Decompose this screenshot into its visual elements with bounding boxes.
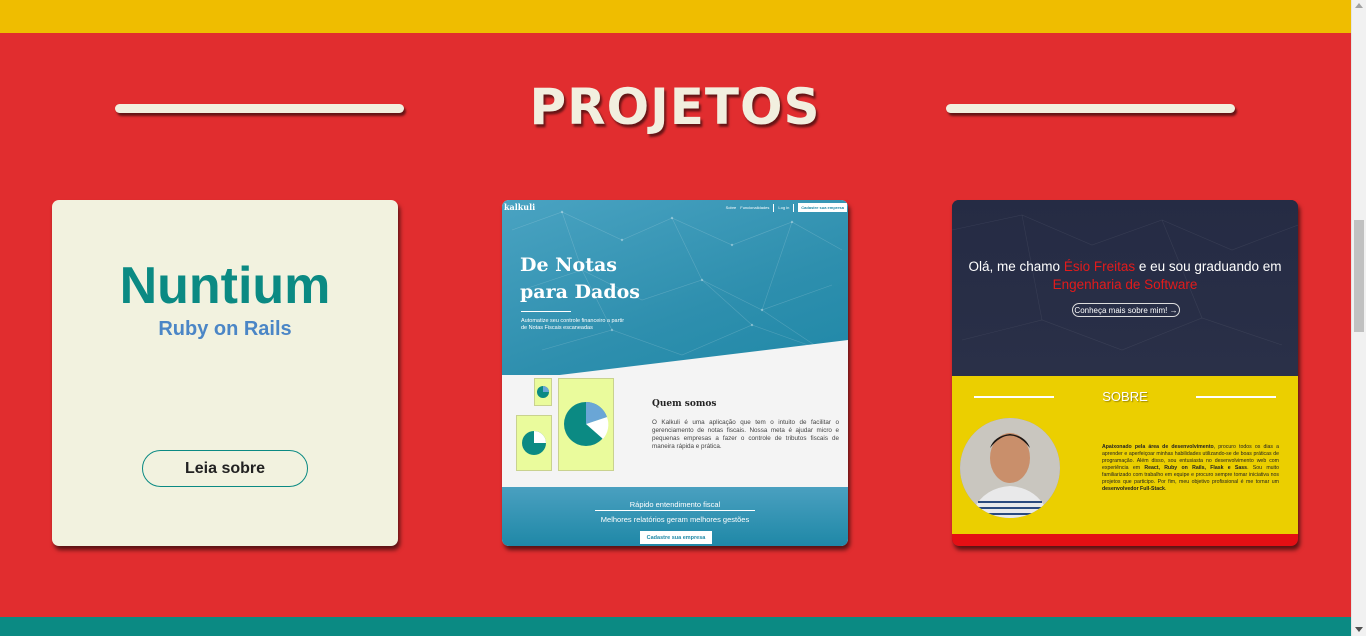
about-highlight: desenvolvedor Full-Stack — [1102, 486, 1165, 492]
chart-thumbnail — [558, 378, 614, 471]
header-band — [0, 0, 1351, 33]
avatar — [960, 418, 1060, 518]
author-course: Engenharia de Software — [1052, 277, 1198, 292]
kalkuli-footer-title: Rápido entendimento fiscal — [629, 500, 721, 509]
kalkuli-footer-subtitle: Melhores relatórios geram melhores gestõ… — [600, 515, 750, 524]
know-more-button: Conheça mais sobre mim! → — [1072, 303, 1180, 317]
portfolio-preview-hero: Olá, me chamo Ésio Freitas e eu sou grad… — [952, 200, 1298, 376]
nav-separator — [773, 203, 775, 212]
project-title: Nuntium — [119, 257, 331, 315]
about-highlight: React, Ruby on Rails, Flask e Sass — [1144, 465, 1248, 471]
kalkuli-nav-item: Log in — [778, 205, 790, 210]
kalkuli-nav-item: Funcionalidades — [740, 205, 770, 210]
scrollbar-thumb[interactable] — [1354, 220, 1364, 332]
kalkuli-hero-subtitle: Automatize seu controle financeiro a par… — [521, 318, 625, 331]
scroll-down-icon[interactable] — [1355, 627, 1363, 632]
kalkuli-footer-button: Cadastre sua empresa — [640, 531, 712, 544]
about-text: . — [1164, 486, 1167, 492]
scroll-up-icon[interactable] — [1355, 3, 1363, 8]
read-more-button[interactable]: Leia sobre — [142, 450, 308, 487]
portfolio-greeting: Olá, me chamo Ésio Freitas e eu sou grad… — [952, 258, 1298, 294]
kalkuli-hero-title: De Notas para Dados — [520, 254, 640, 303]
portfolio-red-strip — [952, 534, 1298, 546]
project-card-nuntium: Nuntium Ruby on Rails Leia sobre — [52, 200, 398, 546]
next-section-band — [0, 617, 1351, 636]
pie-chart-icon — [537, 386, 549, 398]
kalkuli-preview-footer: Rápido entendimento fiscal Melhores rela… — [502, 487, 848, 546]
vertical-scrollbar[interactable] — [1351, 0, 1366, 636]
chart-thumbnail — [516, 415, 552, 471]
about-divider-right — [1196, 396, 1276, 398]
kalkuli-logo: kalkuli — [504, 202, 536, 212]
greeting-text: e eu sou graduando em — [1135, 259, 1282, 274]
project-card-portfolio[interactable]: Olá, me chamo Ésio Freitas e eu sou grad… — [952, 200, 1298, 546]
kalkuli-hero-divider — [521, 311, 571, 312]
section-title: PROJETOS — [529, 78, 821, 136]
title-divider-right — [946, 104, 1235, 113]
kalkuli-about-text: O Kalkuli é uma aplicação que tem o intu… — [652, 419, 839, 450]
about-highlight: Apaixonado pela área de desenvolvimento — [1102, 444, 1214, 450]
project-tech: Ruby on Rails — [158, 318, 292, 340]
portfolio-about: SOBRE Apaixonado pela área de desenvolvi… — [952, 376, 1298, 534]
kalkuli-nav-item: Sobre — [725, 205, 737, 210]
pie-chart-icon — [564, 401, 609, 446]
chart-thumbnail — [534, 378, 552, 406]
nav-separator — [793, 203, 795, 212]
portfolio-about-text: Apaixonado pela área de desenvolvimento,… — [1102, 444, 1279, 493]
avatar-portrait — [960, 418, 1060, 518]
pie-chart-icon — [522, 431, 546, 455]
kalkuli-nav: Sobre Funcionalidades Log in Cadastre su… — [726, 203, 847, 212]
kalkuli-footer-divider — [595, 510, 755, 511]
title-divider-left — [115, 104, 404, 113]
author-name: Ésio Freitas — [1063, 259, 1136, 274]
greeting-text: Olá, me chamo — [968, 259, 1064, 274]
project-card-kalkuli[interactable]: kalkuli Sobre Funcionalidades Log in Cad… — [502, 200, 848, 546]
kalkuli-about-title: Quem somos — [652, 399, 717, 409]
kalkuli-nav-cta: Cadastre sua empresa — [798, 203, 847, 212]
